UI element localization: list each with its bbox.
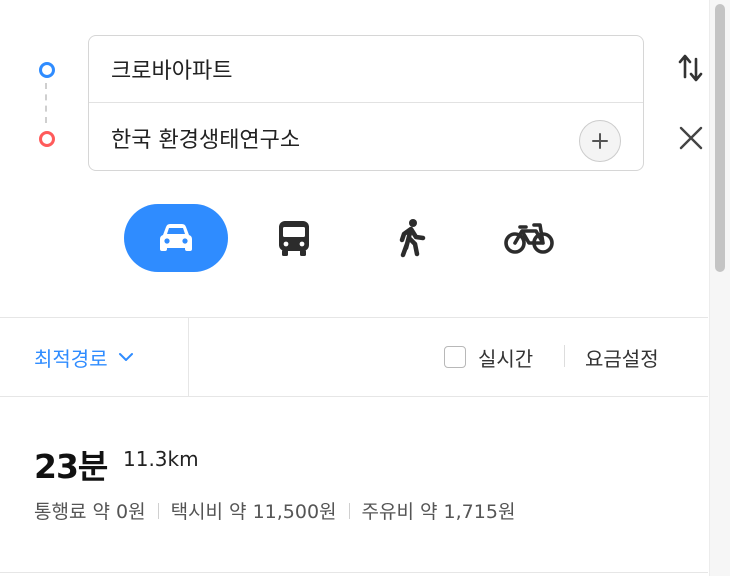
directions-panel: 크로바아파트 한국 환경생태연구소 최적경로 실시간 요금설정 23분 11.3… <box>0 0 730 576</box>
add-waypoint-button[interactable] <box>579 120 621 162</box>
route-costs: 통행료 약 0원 택시비 약 11,500원 주유비 약 1,715원 <box>34 497 515 524</box>
walk-mode-tab[interactable] <box>376 204 448 272</box>
realtime-toggle[interactable]: 실시간 <box>444 318 533 396</box>
realtime-label: 실시간 <box>478 346 534 371</box>
route-connector-line <box>45 83 47 123</box>
route-distance: 11.3km <box>123 447 199 471</box>
close-icon <box>679 126 703 150</box>
realtime-checkbox[interactable] <box>444 346 466 368</box>
route-options-bar: 최적경로 실시간 요금설정 <box>0 317 708 397</box>
fare-settings-label: 요금설정 <box>585 346 659 371</box>
route-type-dropdown[interactable]: 최적경로 <box>34 318 134 396</box>
route-summary-card[interactable]: 23분 11.3km 통행료 약 0원 택시비 약 11,500원 주유비 약 … <box>0 397 708 573</box>
scrollbar-thumb[interactable] <box>715 4 725 272</box>
destination-marker-icon <box>39 131 55 147</box>
fare-settings-button[interactable]: 요금설정 <box>585 318 659 396</box>
destination-text: 한국 환경생태연구소 <box>111 127 301 153</box>
toll-cost: 통행료 약 0원 <box>34 501 146 523</box>
taxi-cost: 택시비 약 11,500원 <box>170 501 337 523</box>
swap-vertical-icon <box>678 54 703 82</box>
route-type-label: 최적경로 <box>34 346 108 371</box>
origin-input[interactable]: 크로바아파트 <box>89 36 643 103</box>
fuel-cost: 주유비 약 1,715원 <box>361 501 516 523</box>
bicycle-icon <box>504 223 554 254</box>
cost-separator <box>157 502 159 519</box>
route-search-box: 크로바아파트 한국 환경생태연구소 <box>88 35 644 171</box>
walk-icon <box>399 219 426 258</box>
list-divider <box>0 572 708 573</box>
plus-icon <box>592 133 608 149</box>
close-button[interactable] <box>674 121 708 155</box>
bus-icon <box>279 221 309 256</box>
bike-mode-tab[interactable] <box>493 204 565 272</box>
destination-input[interactable]: 한국 환경생태연구소 <box>89 104 643 171</box>
transit-mode-tab[interactable] <box>258 204 330 272</box>
route-time: 23분 <box>34 447 108 486</box>
option-divider <box>188 318 189 396</box>
option-separator <box>564 345 565 367</box>
chevron-down-icon <box>118 352 134 362</box>
origin-marker-icon <box>39 62 55 78</box>
scrollbar[interactable] <box>709 0 730 576</box>
swap-button[interactable] <box>674 51 708 85</box>
car-mode-tab[interactable] <box>124 204 228 272</box>
cost-separator <box>348 502 350 519</box>
car-icon <box>160 224 192 251</box>
origin-text: 크로바아파트 <box>111 59 233 84</box>
